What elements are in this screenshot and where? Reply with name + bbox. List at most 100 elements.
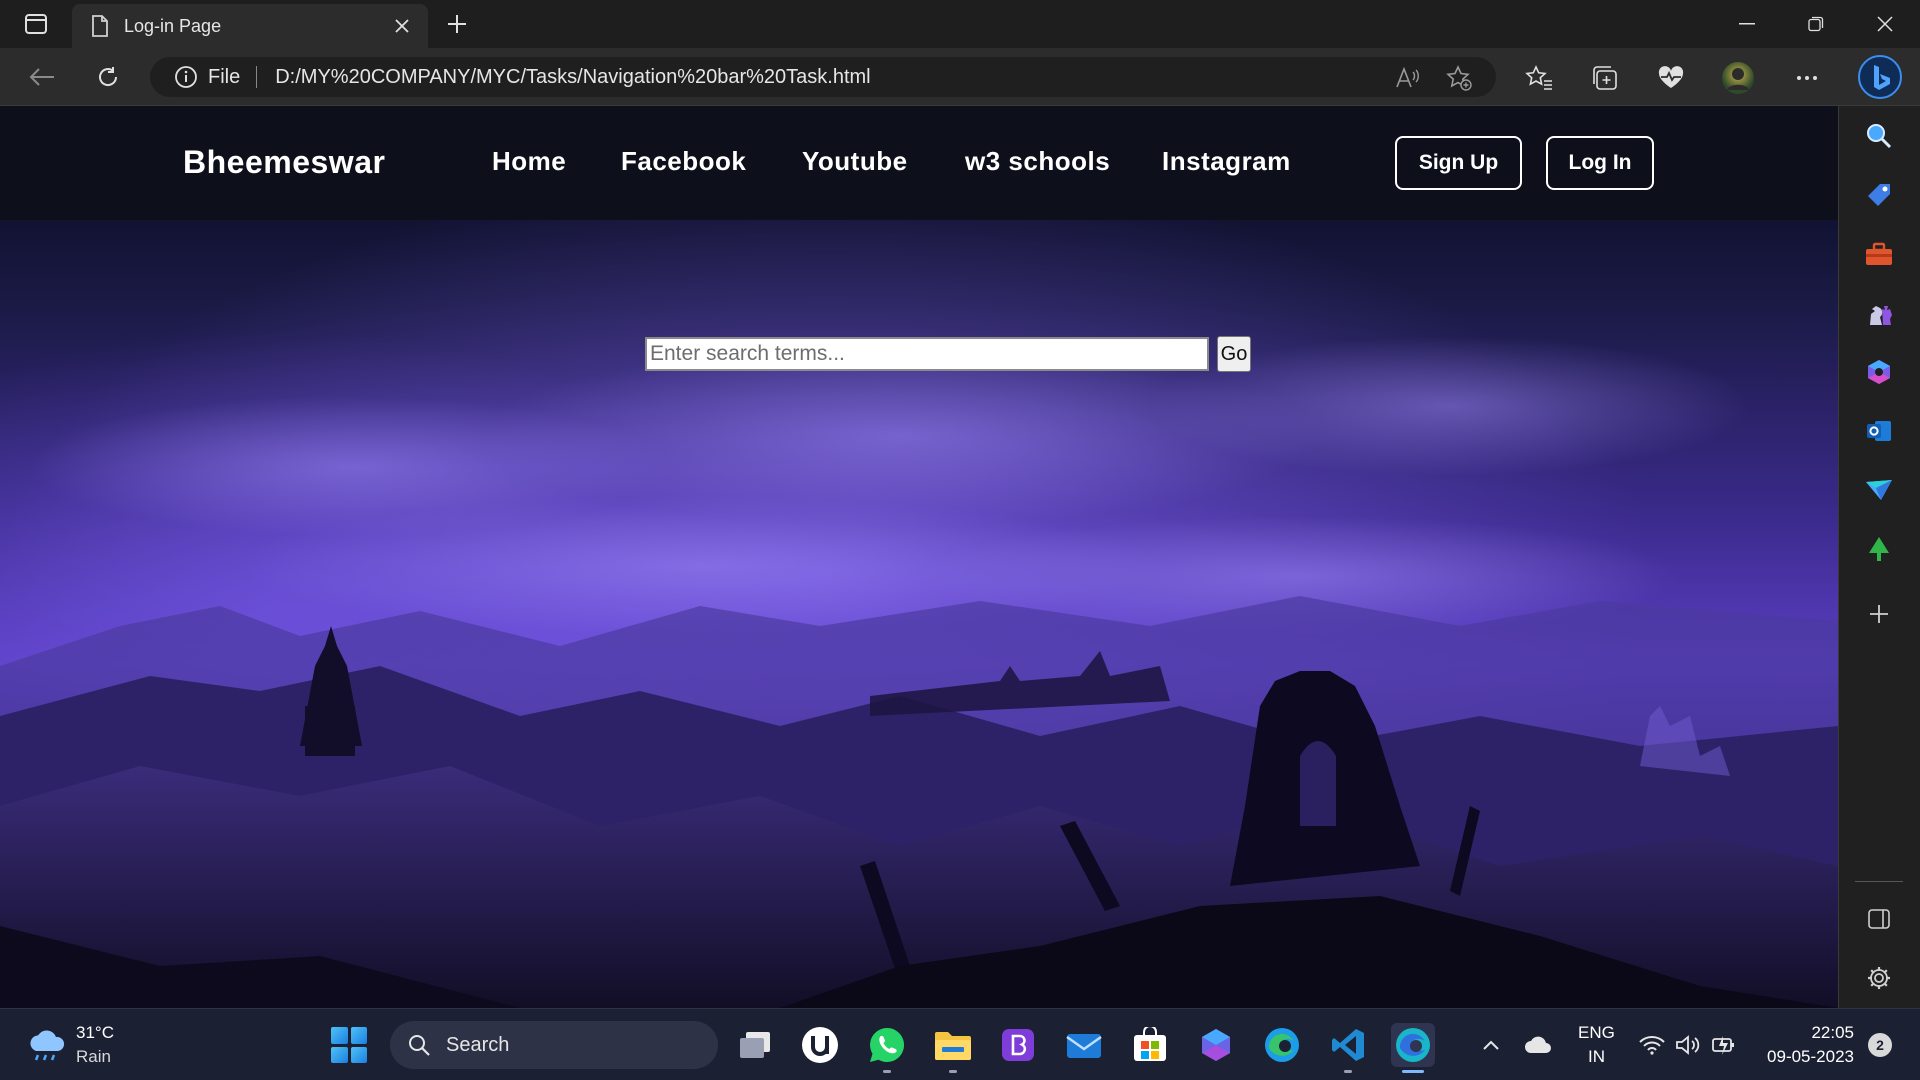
collections-button[interactable]: [1588, 61, 1622, 95]
sidebar-shopping-button[interactable]: [1862, 178, 1896, 212]
show-hidden-icons-button[interactable]: [1477, 1031, 1505, 1059]
search-icon: [1867, 124, 1892, 149]
read-aloud-icon[interactable]: [1394, 65, 1420, 91]
avatar: [1722, 62, 1754, 94]
volume-tray-button[interactable]: [1674, 1031, 1702, 1059]
reload-button[interactable]: [88, 59, 128, 95]
rain-cloud-icon[interactable]: [26, 1027, 66, 1063]
edge-icon: [1265, 1028, 1299, 1062]
notification-badge[interactable]: 2: [1868, 1033, 1892, 1057]
sidebar-outlook-button[interactable]: [1862, 414, 1896, 448]
sign-up-button[interactable]: Sign Up: [1395, 136, 1522, 190]
running-indicator: [1344, 1070, 1352, 1073]
back-button[interactable]: [22, 59, 62, 95]
microsoft-store-app[interactable]: [1128, 1023, 1172, 1067]
toolbox-icon: [1866, 242, 1892, 265]
log-in-button[interactable]: Log In: [1546, 136, 1654, 190]
running-indicator: [949, 1070, 957, 1073]
sidebar-tools-button[interactable]: [1862, 237, 1896, 271]
edge-app[interactable]: [1260, 1023, 1304, 1067]
edge-dev-app[interactable]: [1391, 1023, 1435, 1073]
profile-button[interactable]: [1721, 61, 1755, 95]
new-tab-button[interactable]: [441, 10, 473, 38]
sidebar-m365-button[interactable]: [1862, 355, 1896, 389]
nav-link-facebook[interactable]: Facebook: [621, 146, 746, 177]
nav-link-home[interactable]: Home: [492, 146, 566, 177]
whatsapp-app[interactable]: [865, 1023, 909, 1073]
add-favorite-icon[interactable]: [1446, 65, 1472, 91]
go-button[interactable]: Go: [1217, 336, 1251, 372]
vscode-icon: [1332, 1029, 1364, 1061]
bootstrap-icon: [1002, 1029, 1034, 1061]
active-indicator: [1402, 1070, 1424, 1073]
favorites-button[interactable]: [1522, 61, 1556, 95]
nav-link-instagram[interactable]: Instagram: [1162, 146, 1291, 177]
favorites-icon: [1525, 65, 1552, 90]
task-view-button[interactable]: [733, 1023, 777, 1067]
web-page: Bheemeswar Home Facebook Youtube w3 scho…: [0, 106, 1838, 1008]
microsoft-store-icon: [1134, 1027, 1166, 1061]
sidebar-add-button[interactable]: [1862, 597, 1896, 631]
more-icon: [1797, 76, 1817, 80]
sidebar-games-button[interactable]: [1862, 296, 1896, 330]
windows-logo-tile: [331, 1027, 348, 1044]
volume-icon: [1676, 1035, 1700, 1055]
language-region[interactable]: IN: [1588, 1047, 1605, 1067]
clock-date[interactable]: 09-05-2023: [1762, 1047, 1854, 1067]
settings-and-more-button[interactable]: [1790, 61, 1824, 95]
battery-tray-button[interactable]: [1710, 1031, 1738, 1059]
tab-actions-icon: [25, 14, 47, 34]
minimize-icon: [1739, 23, 1755, 25]
site-brand-logo[interactable]: Bheemeswar: [183, 144, 385, 181]
browser-tab-active[interactable]: Log-in Page: [72, 4, 428, 48]
restore-icon: [1808, 16, 1824, 32]
info-icon[interactable]: [174, 65, 198, 89]
minimize-button[interactable]: [1724, 8, 1770, 40]
restore-button[interactable]: [1793, 8, 1839, 40]
address-url[interactable]: D:/MY%20COMPANY/MYC/Tasks/Navigation%20b…: [275, 66, 870, 89]
vscode-app[interactable]: [1326, 1023, 1370, 1073]
taskbar-search-box[interactable]: Search: [390, 1021, 718, 1069]
onedrive-tray-button[interactable]: [1524, 1031, 1552, 1059]
copilot-app[interactable]: [1194, 1023, 1238, 1067]
ubuntu-app[interactable]: [798, 1023, 842, 1067]
sidebar-settings-button[interactable]: [1862, 961, 1896, 995]
search-input[interactable]: [645, 337, 1209, 371]
tab-actions-button[interactable]: [18, 10, 54, 38]
edge-dev-icon: [1396, 1028, 1430, 1062]
address-bar[interactable]: File D:/MY%20COMPANY/MYC/Tasks/Navigatio…: [150, 57, 1496, 97]
wifi-icon: [1639, 1036, 1665, 1055]
chevron-up-icon: [1483, 1040, 1499, 1050]
bing-icon: [1858, 55, 1902, 99]
language-indicator[interactable]: ENG: [1578, 1023, 1615, 1043]
cloud-icon: [1525, 1036, 1551, 1053]
wifi-tray-button[interactable]: [1638, 1031, 1666, 1059]
mail-app[interactable]: [1062, 1023, 1106, 1067]
shopping-tag-icon: [1868, 184, 1890, 206]
weather-temperature[interactable]: 31°C: [76, 1023, 114, 1043]
clock-time[interactable]: 22:05: [1806, 1023, 1854, 1043]
sidebar-drop-button[interactable]: [1862, 473, 1896, 507]
file-explorer-app[interactable]: [931, 1023, 975, 1073]
address-protocol: File: [208, 65, 241, 88]
page-icon: [88, 14, 112, 38]
close-window-button[interactable]: [1862, 8, 1908, 40]
drop-icon: [1866, 480, 1892, 500]
sidebar-split-screen-button[interactable]: [1862, 902, 1896, 936]
windows-logo-tile: [350, 1027, 367, 1044]
weather-description[interactable]: Rain: [76, 1047, 111, 1067]
bootstrap-app[interactable]: [996, 1023, 1040, 1067]
copilot-button[interactable]: [1857, 54, 1903, 100]
sidebar-search-button[interactable]: [1862, 119, 1896, 153]
sidebar-tree-button[interactable]: [1862, 532, 1896, 566]
tab-close-button[interactable]: [388, 12, 416, 40]
nav-link-w3schools[interactable]: w3 schools: [965, 146, 1110, 177]
start-button[interactable]: [331, 1027, 367, 1063]
site-navbar: Bheemeswar Home Facebook Youtube w3 scho…: [0, 106, 1838, 220]
browser-essentials-button[interactable]: [1654, 61, 1688, 95]
windows-logo-tile: [350, 1046, 367, 1063]
running-indicator: [883, 1070, 891, 1073]
split-screen-icon: [1868, 909, 1890, 929]
sidebar-divider: [1855, 881, 1903, 882]
nav-link-youtube[interactable]: Youtube: [802, 146, 908, 177]
